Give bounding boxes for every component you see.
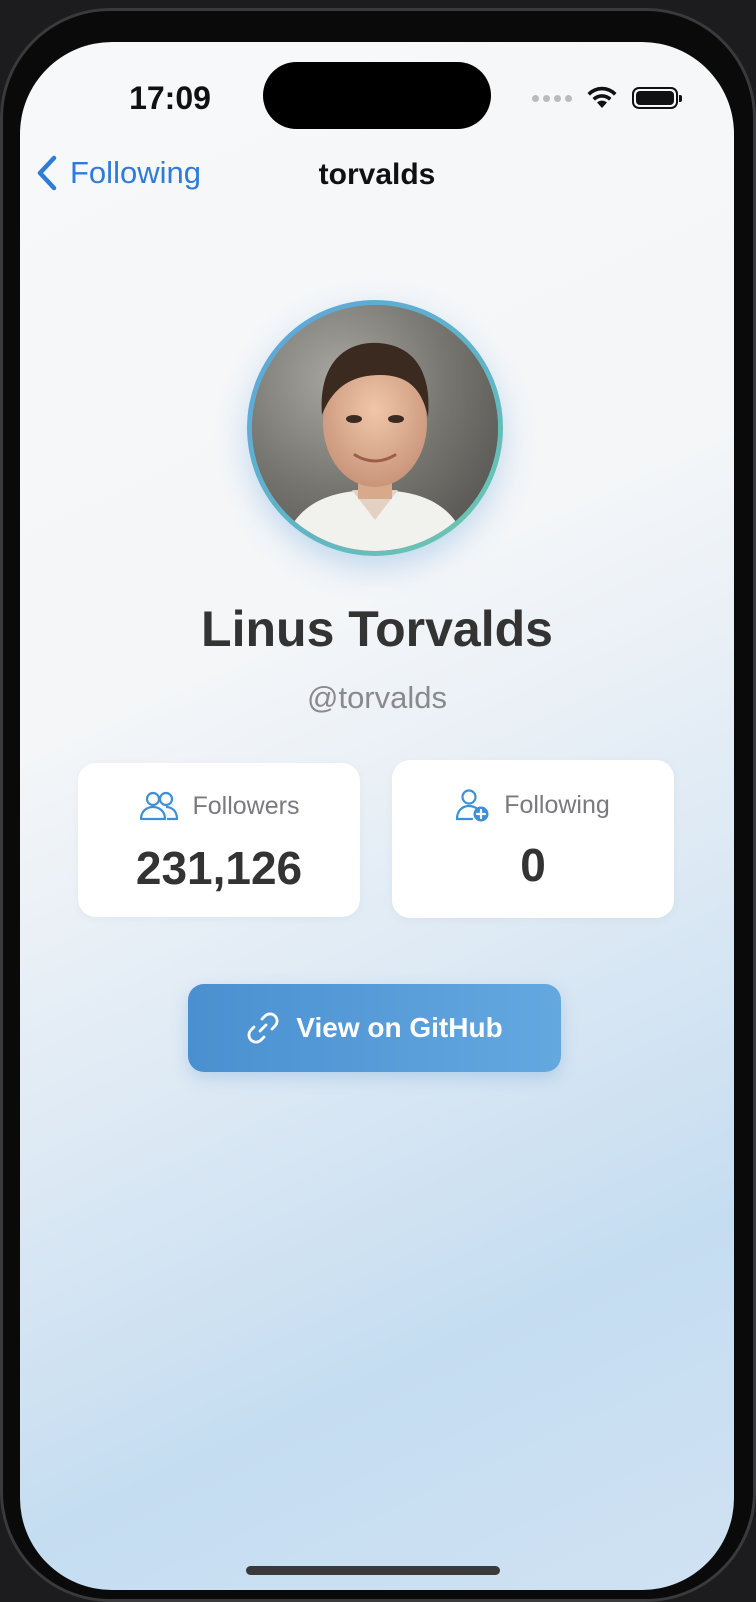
dynamic-island bbox=[263, 62, 491, 129]
following-card[interactable]: Following 0 bbox=[392, 760, 674, 918]
battery-icon bbox=[632, 87, 682, 109]
status-indicators bbox=[532, 86, 682, 110]
following-count: 0 bbox=[520, 839, 546, 891]
followers-label: Followers bbox=[192, 791, 300, 820]
profile-name: Linus Torvalds bbox=[201, 601, 553, 657]
status-time: 17:09 bbox=[129, 80, 211, 116]
wifi-icon bbox=[587, 86, 617, 108]
view-on-github-label: View on GitHub bbox=[296, 1012, 503, 1043]
avatar-image bbox=[252, 305, 498, 551]
device-frame: 17:09 Following torvalds Linus Torvalds … bbox=[0, 8, 756, 1602]
person-add-icon bbox=[456, 789, 489, 822]
avatar bbox=[247, 300, 503, 556]
people-icon bbox=[139, 791, 178, 821]
following-card-header: Following bbox=[392, 788, 674, 822]
view-on-github-button[interactable]: View on GitHub bbox=[188, 984, 561, 1072]
app-screen: 17:09 Following torvalds Linus Torvalds … bbox=[20, 42, 734, 1590]
link-icon bbox=[247, 1012, 279, 1044]
cellular-signal-icon bbox=[532, 94, 572, 102]
followers-count: 231,126 bbox=[135, 842, 303, 894]
followers-card-header: Followers bbox=[78, 791, 360, 821]
profile-handle: @torvalds bbox=[306, 680, 447, 715]
followers-card[interactable]: Followers 231,126 bbox=[78, 763, 360, 917]
home-indicator[interactable] bbox=[246, 1566, 500, 1575]
avatar-photo bbox=[252, 305, 498, 551]
page-title: torvalds bbox=[318, 158, 436, 191]
following-label: Following bbox=[504, 790, 610, 819]
